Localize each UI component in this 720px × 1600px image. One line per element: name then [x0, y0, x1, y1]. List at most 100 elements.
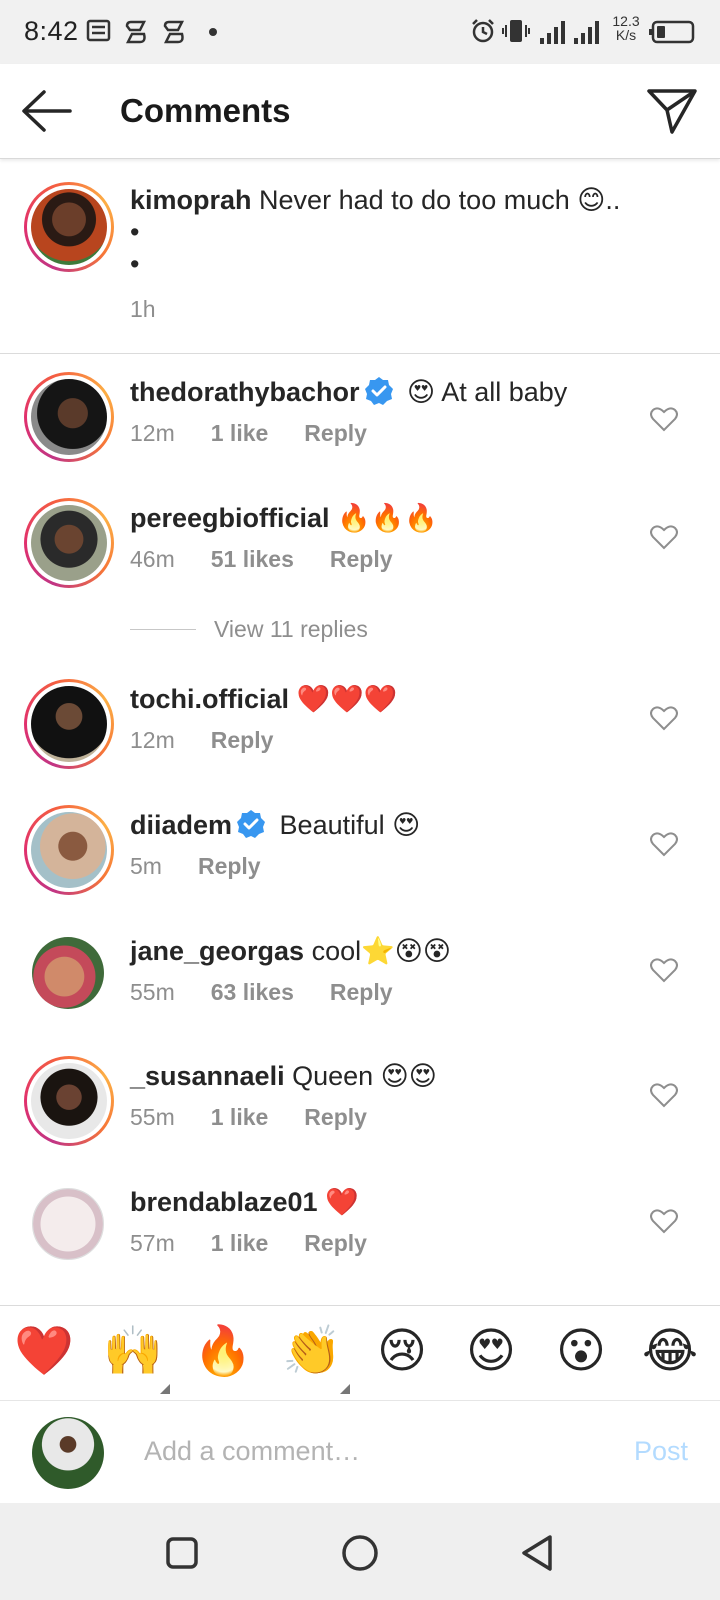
reply-button[interactable]: Reply: [211, 727, 274, 753]
network-speed: 12.3 K/s: [606, 14, 646, 42]
back-triangle-icon[interactable]: [516, 1531, 560, 1575]
comment-body: jane_georgas cool⭐😵😵: [130, 935, 451, 967]
like-heart-icon[interactable]: [650, 406, 678, 432]
comment-username[interactable]: pereegbiofficial: [130, 503, 330, 533]
comment-time: 5m: [130, 853, 162, 879]
post-caption: kimoprah Never had to do too much 😊.. • …: [0, 160, 720, 354]
caption-time: 1h: [130, 296, 156, 322]
commenter-avatar[interactable]: [24, 805, 114, 895]
emoji-surprised-button[interactable]: 😮: [551, 1322, 611, 1382]
avatar-image: [31, 1063, 107, 1139]
comment-time: 12m: [130, 727, 175, 753]
comment-input[interactable]: [144, 1428, 584, 1474]
comment-username[interactable]: tochi.official: [130, 684, 289, 714]
reply-button[interactable]: Reply: [330, 546, 393, 572]
avatar-image: [31, 189, 107, 265]
app-notification-icon-2: [163, 20, 185, 44]
comment-meta: 12m 1 like Reply: [130, 420, 403, 447]
comment-item: diiadem Beautiful 😍 5m Reply: [0, 803, 720, 928]
message-notification-icon: [86, 19, 111, 42]
recents-square-icon[interactable]: [160, 1531, 204, 1575]
comments-header: Comments: [0, 64, 720, 159]
emoji-quick-bar: ❤️ 🙌 🔥 👏 😢 😍 😮 😂: [0, 1305, 720, 1401]
network-speed-unit: K/s: [615, 27, 637, 43]
avatar-image: [31, 686, 107, 762]
skin-tone-indicator-icon: [340, 1384, 350, 1394]
comment-text: 🔥🔥🔥: [337, 503, 438, 533]
home-circle-icon[interactable]: [338, 1531, 382, 1575]
like-heart-icon[interactable]: [650, 1208, 678, 1234]
comment-body: tochi.official ❤️❤️❤️: [130, 683, 397, 715]
comment-username[interactable]: diiadem: [130, 810, 232, 840]
comment-likes[interactable]: 1 like: [211, 1104, 269, 1130]
caption-text-line: kimoprah Never had to do too much 😊..: [130, 184, 620, 216]
comment-time: 12m: [130, 420, 175, 446]
commenter-avatar[interactable]: [24, 498, 114, 588]
add-comment-bar: Post: [0, 1402, 720, 1502]
reply-button[interactable]: Reply: [304, 420, 367, 446]
comment-meta: 46m 51 likes Reply: [130, 546, 429, 573]
page-title: Comments: [120, 92, 291, 129]
verified-badge-icon: [364, 377, 393, 405]
emoji-heart-button[interactable]: ❤️: [14, 1322, 74, 1382]
verified-badge-icon: [237, 810, 266, 838]
network-speed-value: 12.3: [612, 13, 640, 29]
emoji-clap-button[interactable]: 👏: [282, 1322, 342, 1382]
comment-time: 57m: [130, 1230, 175, 1256]
comment-username[interactable]: brendablaze01: [130, 1187, 318, 1217]
comment-body: pereegbiofficial 🔥🔥🔥: [130, 502, 438, 534]
view-replies-label[interactable]: View 11 replies: [214, 616, 368, 643]
comment-text: 😍 At all baby: [407, 377, 568, 407]
emoji-laughing-button[interactable]: 😂: [640, 1322, 700, 1382]
like-heart-icon[interactable]: [650, 524, 678, 550]
emoji-fire-button[interactable]: 🔥: [193, 1322, 253, 1382]
system-nav-bar: [0, 1503, 720, 1600]
reply-button[interactable]: Reply: [198, 853, 261, 879]
commenter-avatar[interactable]: [24, 679, 114, 769]
battery-icon: [649, 20, 695, 44]
comment-body: diiadem Beautiful 😍: [130, 809, 420, 841]
comment-item: _susannaeli Queen 😍😍 55m 1 like Reply: [0, 1054, 720, 1179]
caption-avatar[interactable]: [24, 182, 114, 272]
post-button[interactable]: Post: [634, 1436, 688, 1467]
comment-text: ❤️❤️❤️: [296, 684, 398, 714]
reply-button[interactable]: Reply: [304, 1104, 367, 1130]
comment-time: 46m: [130, 546, 175, 572]
commenter-avatar[interactable]: [32, 1188, 104, 1260]
emoji-raised-hands-button[interactable]: 🙌: [103, 1322, 163, 1382]
comment-time: 55m: [130, 1104, 175, 1130]
like-heart-icon[interactable]: [650, 1082, 678, 1108]
commenter-avatar[interactable]: [24, 1056, 114, 1146]
comment-likes[interactable]: 1 like: [211, 420, 269, 446]
comment-meta: 55m 63 likes Reply: [130, 979, 429, 1006]
like-heart-icon[interactable]: [650, 831, 678, 857]
reply-button[interactable]: Reply: [304, 1230, 367, 1256]
skin-tone-indicator-icon: [160, 1384, 170, 1394]
comment-meta: 5m Reply: [130, 853, 297, 880]
status-time: 8:42: [24, 16, 79, 46]
status-bar: 8:42 12.3 K/s: [0, 0, 720, 64]
comment-username[interactable]: thedorathybachor: [130, 377, 360, 407]
emoji-heart-eyes-button[interactable]: 😍: [461, 1322, 521, 1382]
comment-likes[interactable]: 63 likes: [211, 979, 294, 1005]
app-notification-icon: [125, 20, 147, 44]
emoji-crying-button[interactable]: 😢: [372, 1322, 432, 1382]
avatar-image: [31, 812, 107, 888]
commenter-avatar[interactable]: [24, 372, 114, 462]
caption-username[interactable]: kimoprah: [130, 185, 252, 215]
comment-body: _susannaeli Queen 😍😍: [130, 1060, 437, 1092]
like-heart-icon[interactable]: [650, 705, 678, 731]
comment-likes[interactable]: 1 like: [211, 1230, 269, 1256]
comment-text: ❤️: [325, 1187, 359, 1217]
comment-username[interactable]: jane_georgas: [130, 936, 304, 966]
like-heart-icon[interactable]: [650, 957, 678, 983]
commenter-avatar[interactable]: [32, 937, 104, 1009]
comment-text: cool⭐😵😵: [311, 936, 452, 966]
comment-time: 55m: [130, 979, 175, 1005]
comment-item: pereegbiofficial 🔥🔥🔥 46m 51 likes Reply: [0, 496, 720, 621]
comment-likes[interactable]: 51 likes: [211, 546, 294, 572]
back-arrow-icon[interactable]: [20, 88, 72, 134]
comment-username[interactable]: _susannaeli: [130, 1061, 285, 1091]
reply-button[interactable]: Reply: [330, 979, 393, 1005]
direct-share-icon[interactable]: [646, 86, 698, 136]
